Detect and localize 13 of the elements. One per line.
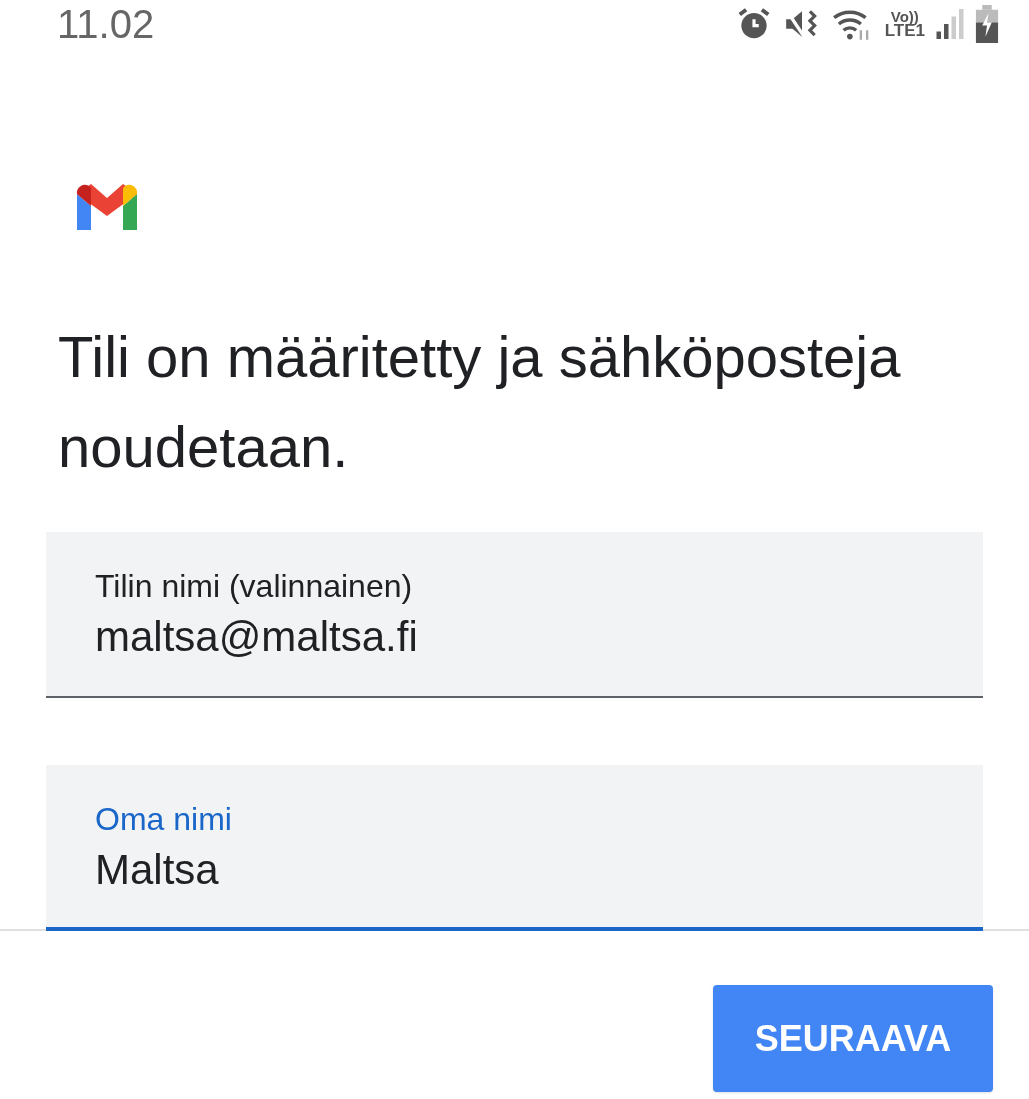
field-value: maltsa@maltsa.fi: [95, 612, 419, 662]
text-field[interactable]: Oma nimi Maltsa: [46, 765, 983, 931]
field-value: Maltsa: [95, 845, 220, 895]
field-label: Oma nimi: [95, 800, 233, 839]
network-type-label: LTE1: [884, 23, 925, 39]
page-heading: Tili on määritetty ja sähköposteja noudetaan.: [58, 323, 902, 481]
field-label: Tilin nimi (valinnainen): [95, 567, 414, 606]
next-button[interactable]: SEURAAVA: [713, 985, 993, 1092]
signal-icon: [935, 6, 965, 42]
volte-label: Vo)): [890, 9, 919, 24]
text-field[interactable]: Tilin nimi (valinnainen) maltsa@maltsa.fi: [46, 532, 983, 698]
clock-time: 11.02: [57, 1, 155, 48]
battery-charging-icon: [975, 5, 999, 43]
